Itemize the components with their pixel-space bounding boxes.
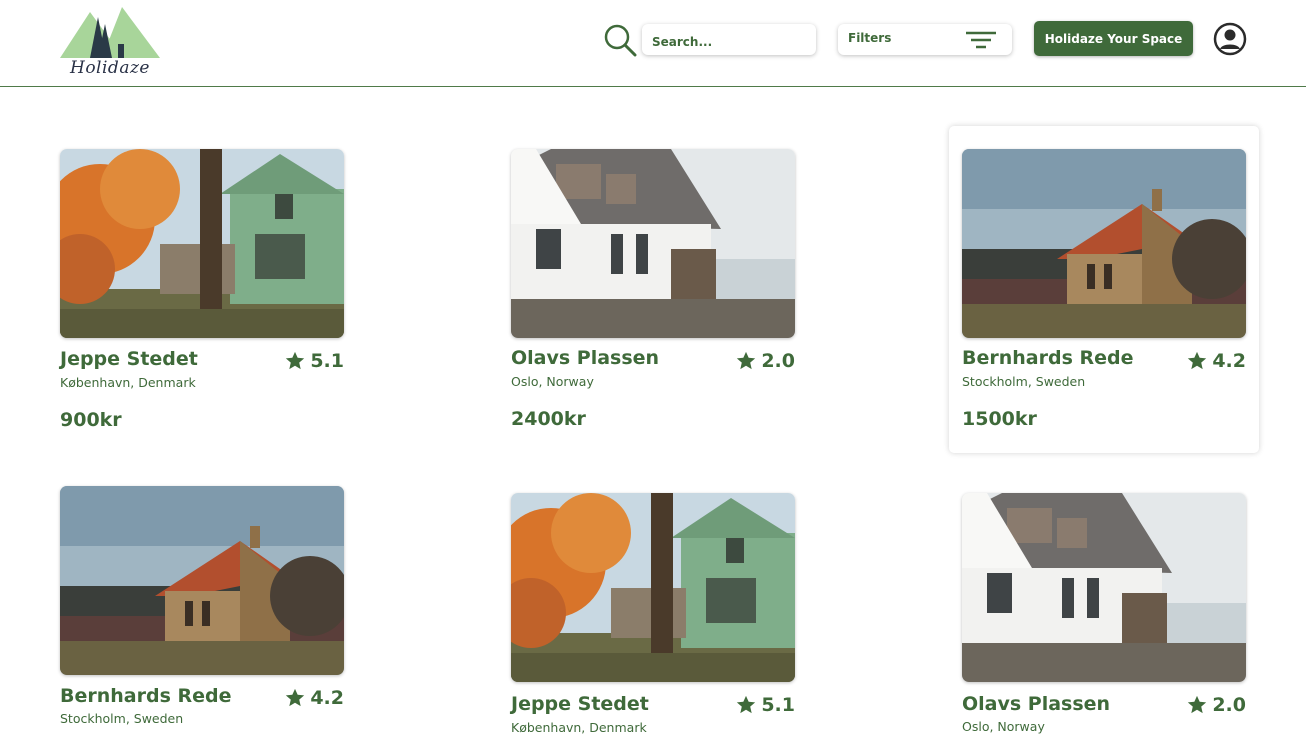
listing-title: Bernhards Rede bbox=[962, 347, 1134, 369]
rating-value: 5.1 bbox=[310, 350, 344, 372]
search-icon[interactable] bbox=[602, 22, 638, 58]
listing-card[interactable]: Bernhards Rede 4.2 Stockholm, Sweden bbox=[60, 486, 344, 726]
holidaze-logo[interactable]: Holidaze bbox=[60, 2, 165, 78]
rating-value: 2.0 bbox=[761, 350, 795, 372]
listing-photo bbox=[60, 486, 344, 675]
listing-rating: 4.2 bbox=[284, 687, 344, 709]
listing-photo bbox=[511, 493, 795, 682]
rating-value: 2.0 bbox=[1212, 694, 1246, 716]
star-icon bbox=[1186, 694, 1208, 716]
listing-rating: 2.0 bbox=[1186, 694, 1246, 716]
user-account-icon[interactable] bbox=[1213, 22, 1247, 56]
listing-rating: 5.1 bbox=[735, 694, 795, 716]
listing-photo bbox=[511, 149, 795, 338]
listing-title: Jeppe Stedet bbox=[60, 348, 198, 370]
search-input[interactable] bbox=[642, 24, 816, 55]
listing-card[interactable]: Olavs Plassen 2.0 Oslo, Norway bbox=[962, 493, 1246, 734]
listing-price: 900kr bbox=[60, 409, 122, 431]
listing-photo bbox=[962, 149, 1246, 338]
brand-name: Holidaze bbox=[70, 58, 150, 78]
listing-rating: 2.0 bbox=[735, 350, 795, 372]
listing-card-hovered[interactable]: Bernhards Rede 4.2 Stockholm, Sweden 150… bbox=[949, 126, 1259, 453]
listing-location: Oslo, Norway bbox=[962, 719, 1045, 734]
listing-photo bbox=[60, 149, 344, 338]
listing-price: 2400kr bbox=[511, 408, 586, 430]
filters-dropdown[interactable]: Filters bbox=[838, 24, 1012, 55]
listing-card[interactable]: Jeppe Stedet 5.1 København, Denmark 900k… bbox=[60, 149, 344, 431]
listing-price: 1500kr bbox=[962, 408, 1037, 430]
listing-card[interactable]: Jeppe Stedet 5.1 København, Denmark bbox=[511, 493, 795, 735]
star-icon bbox=[735, 694, 757, 716]
star-icon bbox=[284, 687, 306, 709]
rating-value: 5.1 bbox=[761, 694, 795, 716]
listing-rating: 4.2 bbox=[1186, 350, 1246, 372]
listing-photo bbox=[962, 493, 1246, 682]
listing-location: København, Denmark bbox=[511, 720, 647, 735]
top-navigation-bar: Holidaze Filters Holidaze Your Space bbox=[0, 0, 1306, 87]
rating-value: 4.2 bbox=[310, 687, 344, 709]
listing-title: Olavs Plassen bbox=[962, 693, 1111, 715]
star-icon bbox=[1186, 350, 1208, 372]
star-icon bbox=[735, 350, 757, 372]
listing-location: Stockholm, Sweden bbox=[60, 711, 184, 726]
mountain-logo-icon bbox=[60, 7, 160, 58]
rating-value: 4.2 bbox=[1212, 350, 1246, 372]
listing-card[interactable]: Olavs Plassen 2.0 Oslo, Norway 2400kr bbox=[511, 149, 795, 430]
listing-location: Stockholm, Sweden bbox=[962, 374, 1086, 389]
filter-lines-icon bbox=[966, 31, 996, 49]
listing-title: Olavs Plassen bbox=[511, 347, 660, 369]
listing-title: Bernhards Rede bbox=[60, 685, 232, 707]
listing-location: Oslo, Norway bbox=[511, 374, 594, 389]
filters-label: Filters bbox=[848, 31, 892, 45]
holidaze-your-space-button[interactable]: Holidaze Your Space bbox=[1034, 21, 1193, 56]
listing-rating: 5.1 bbox=[284, 350, 344, 372]
star-icon bbox=[284, 350, 306, 372]
listing-location: København, Denmark bbox=[60, 375, 196, 390]
listing-title: Jeppe Stedet bbox=[511, 693, 649, 715]
